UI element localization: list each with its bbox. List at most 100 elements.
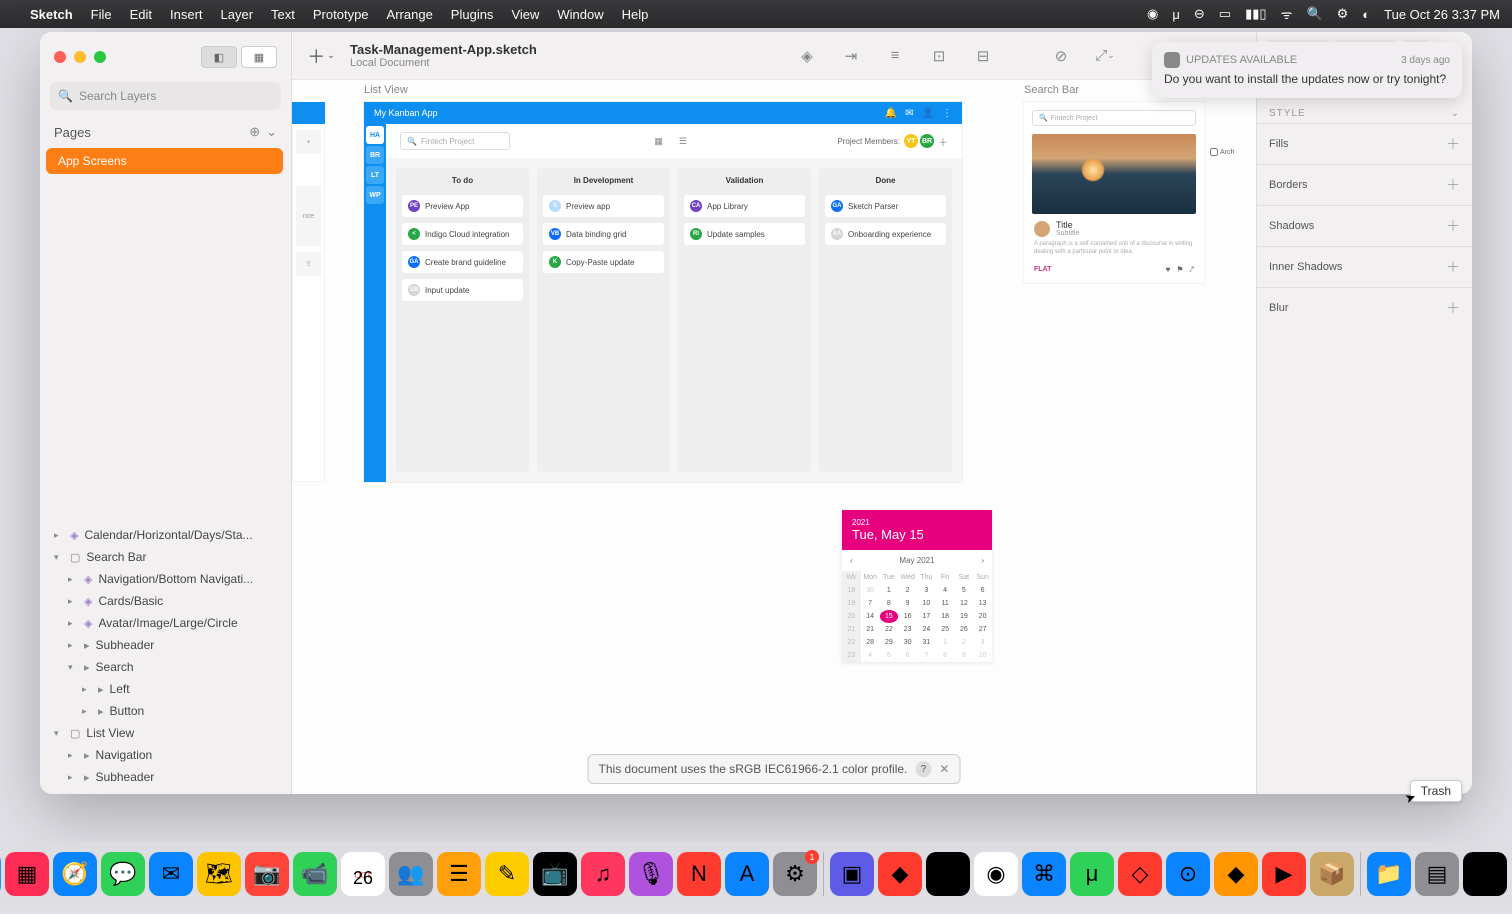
layer-row[interactable]: ▾▢List View (40, 722, 291, 744)
dock-app-icon[interactable]: 🎙 (629, 852, 673, 896)
add-icon[interactable]: ＋ (1446, 175, 1460, 195)
add-icon[interactable]: ＋ (1446, 216, 1460, 236)
utorrent-icon[interactable]: μ (1172, 7, 1180, 22)
dock-app-icon[interactable]: 📁 (1367, 852, 1411, 896)
layer-row[interactable]: ▾▸Search (40, 656, 291, 678)
tb-symbol-icon[interactable]: ◈ (792, 43, 822, 69)
layer-row[interactable]: ▸▸Subheader (40, 766, 291, 788)
artboard-label-listview[interactable]: List View (364, 84, 408, 96)
minimize-window-button[interactable] (74, 51, 86, 63)
add-icon[interactable]: ＋ (1446, 298, 1460, 318)
notification-banner[interactable]: UPDATES AVAILABLE 3 days ago Do you want… (1152, 42, 1462, 98)
menu-help[interactable]: Help (622, 7, 649, 22)
search-layers-input[interactable]: 🔍 Search Layers (50, 82, 281, 110)
menu-file[interactable]: File (91, 7, 112, 22)
disclosure-icon[interactable]: ▸ (68, 574, 78, 585)
style-chevron-icon[interactable]: ⌄ (1451, 108, 1460, 119)
disclosure-icon[interactable]: ▸ (68, 640, 78, 651)
dock-app-icon[interactable]: ♫ (581, 852, 625, 896)
canvas[interactable]: List View Search Bar + nce ⇪ My Kanban A… (292, 80, 1256, 794)
sidebar-toggle-left[interactable]: ◧ (201, 46, 237, 68)
fullscreen-window-button[interactable] (94, 51, 106, 63)
dock-app-icon[interactable]: ▦ (5, 852, 49, 896)
siri-icon[interactable]: ◐ (1362, 7, 1370, 22)
arch-checkbox[interactable]: Arch (1210, 148, 1234, 156)
inspector-section-inner-shadows[interactable]: Inner Shadows＋ (1257, 246, 1472, 287)
layer-row[interactable]: ▸▸Button (40, 700, 291, 722)
menu-window[interactable]: Window (557, 7, 603, 22)
tb-distribute-icon[interactable]: ≡ (880, 43, 910, 69)
dock-app-icon[interactable]: ▣ (830, 852, 874, 896)
disclosure-icon[interactable]: ▸ (68, 618, 78, 629)
control-center-icon[interactable]: ⚙ (1337, 6, 1349, 22)
tb-ungroup-icon[interactable]: ⊟ (968, 43, 998, 69)
layer-row[interactable]: ▾▢Search Bar (40, 546, 291, 568)
dock-app-icon[interactable]: ☺ (0, 852, 1, 896)
disclosure-icon[interactable]: ▾ (54, 728, 64, 739)
artboard-searchbar[interactable]: 🔍 Fintech Project Title Subtitle A parag… (1024, 102, 1204, 283)
dock-app-icon[interactable]: OCT26 (341, 852, 385, 896)
dock-app-icon[interactable]: ◉ (974, 852, 1018, 896)
menu-layer[interactable]: Layer (221, 7, 254, 22)
menu-insert[interactable]: Insert (170, 7, 203, 22)
dock-app-icon[interactable]: 📺 (533, 852, 577, 896)
dock-app-icon[interactable]: ▤ (1415, 852, 1459, 896)
dock-app-icon[interactable]: ◆ (1214, 852, 1258, 896)
artboard-listview[interactable]: My Kanban App 🔔 ✉ 👤 ⋮ HABRLTWP 🔍 (364, 102, 962, 482)
disclosure-icon[interactable]: ▸ (68, 750, 78, 761)
layer-row[interactable]: ▸◈Cards/Basic (40, 590, 291, 612)
disclosure-icon[interactable]: ▾ (68, 662, 78, 673)
spotlight-icon[interactable]: 🔍 (1306, 6, 1322, 22)
menu-text[interactable]: Text (271, 7, 295, 22)
disclosure-icon[interactable]: ▸ (82, 684, 92, 695)
app-menu[interactable]: Sketch (30, 7, 73, 22)
dock-app-icon[interactable]: 📹 (293, 852, 337, 896)
inspector-section-borders[interactable]: Borders＋ (1257, 164, 1472, 205)
collapse-pages-icon[interactable]: ⌄ (266, 124, 277, 140)
help-icon[interactable]: ? (915, 761, 931, 777)
dock-app-icon[interactable]: ⌘ (1022, 852, 1066, 896)
dock-app-icon[interactable]: ✎ (485, 852, 529, 896)
disclosure-icon[interactable]: ▸ (82, 706, 92, 717)
inspector-section-shadows[interactable]: Shadows＋ (1257, 205, 1472, 246)
layer-row[interactable]: ▸◈Avatar/Image/Large/Circle (40, 612, 291, 634)
battery-icon[interactable]: ▮▮▯ (1245, 6, 1266, 22)
disclosure-icon[interactable]: ▾ (54, 552, 64, 563)
layer-row[interactable]: ▸▸Left (40, 678, 291, 700)
dock-app-icon[interactable]: μ (1070, 852, 1114, 896)
creative-cloud-icon[interactable]: ◉ (1147, 6, 1158, 22)
inspector-section-blur[interactable]: Blur＋ (1257, 287, 1472, 328)
artboard-label-searchbar[interactable]: Search Bar (1024, 84, 1079, 96)
dock-app-icon[interactable]: ▶ (1262, 852, 1306, 896)
layer-row[interactable]: ▸▸Subheader (40, 634, 291, 656)
menu-prototype[interactable]: Prototype (313, 7, 369, 22)
menu-edit[interactable]: Edit (130, 7, 152, 22)
inspector-section-fills[interactable]: Fills＋ (1257, 123, 1472, 164)
dock-app-icon[interactable]: A (725, 852, 769, 896)
disclosure-icon[interactable]: ▸ (68, 596, 78, 607)
dock-app-icon[interactable]: ⊙ (1166, 852, 1210, 896)
dock-app-icon[interactable]: ⚙1 (773, 852, 817, 896)
tb-mask-icon[interactable]: ⊘ (1046, 43, 1076, 69)
wifi-icon[interactable]: ᯤ (1281, 5, 1293, 23)
add-icon[interactable]: ＋ (1446, 134, 1460, 154)
layer-row[interactable]: ▸▸Navigation (40, 744, 291, 766)
dock-app-icon[interactable]: 📷 (245, 852, 289, 896)
layer-row[interactable]: ▸◈Navigation/Bottom Navigati... (40, 568, 291, 590)
dock-app-icon[interactable]: N (677, 852, 721, 896)
disclosure-icon[interactable]: ▸ (68, 772, 78, 783)
disclosure-icon[interactable]: ▸ (54, 530, 64, 541)
add-page-icon[interactable]: ⊕ (249, 124, 260, 140)
tb-group-icon[interactable]: ⊡ (924, 43, 954, 69)
page-item-app-screens[interactable]: App Screens (46, 148, 283, 174)
add-icon[interactable]: ＋ (1446, 257, 1460, 277)
close-window-button[interactable] (54, 51, 66, 63)
dock-app-icon[interactable]: ◇ (1118, 852, 1162, 896)
tb-align-icon[interactable]: ⇥ (836, 43, 866, 69)
menu-arrange[interactable]: Arrange (387, 7, 433, 22)
menubar-app-icon-2[interactable]: ▭ (1219, 6, 1231, 22)
sidebar-toggle-components[interactable]: ▦ (241, 46, 277, 68)
menu-view[interactable]: View (511, 7, 539, 22)
dock-app-icon[interactable]: ☰ (437, 852, 481, 896)
dock-app-icon[interactable]: 💬 (101, 852, 145, 896)
